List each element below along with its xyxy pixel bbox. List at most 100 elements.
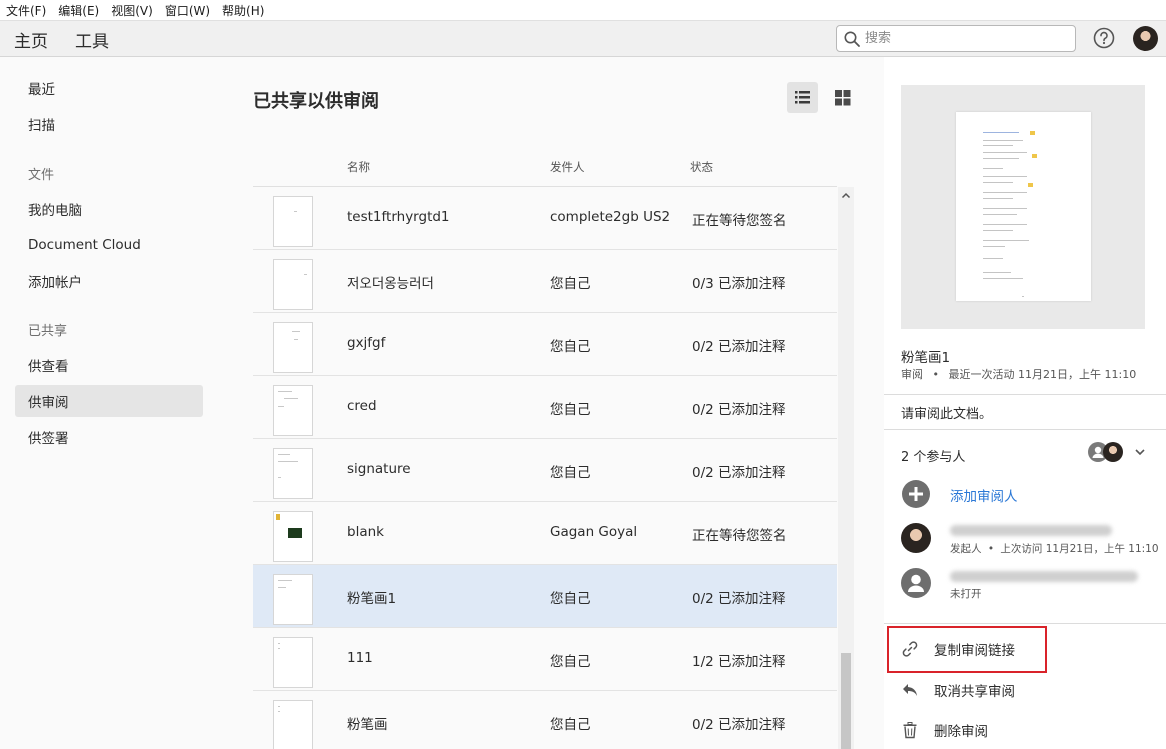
document-preview[interactable] (901, 85, 1145, 329)
last-activity: 最近一次活动 11月21日，上午 11:10 (948, 368, 1137, 381)
menu-edit[interactable]: 编辑(E) (52, 2, 105, 19)
file-sender: 您自己 (550, 717, 591, 733)
sidebar-item-recent[interactable]: 最近 (15, 72, 203, 104)
main-content: 已共享以供审阅 名称 发件人 状态 test1ftrhyrgtd1 comple… (222, 57, 884, 749)
file-thumbnail (273, 448, 313, 499)
scroll-up-arrow-icon[interactable] (841, 191, 851, 201)
menu-help[interactable]: 帮助(H) (216, 2, 270, 19)
document-page-thumbnail (956, 112, 1091, 301)
file-sender: Gagan Goyal (550, 524, 638, 540)
initiator-status: 发起人 • 上次访问 11月21日，上午 11:10 (950, 541, 1159, 556)
menu-file[interactable]: 文件(F) (0, 2, 52, 19)
search-input[interactable] (865, 29, 1065, 48)
file-status: 0/2 已添加注释 (692, 717, 786, 733)
sidebar-item-for-review[interactable]: 供审阅 (15, 385, 203, 417)
file-thumbnail (273, 511, 313, 562)
page-title: 已共享以供审阅 (253, 91, 379, 112)
grid-view-button[interactable] (827, 82, 858, 113)
file-thumbnail (273, 196, 313, 247)
file-thumbnail (273, 637, 313, 688)
grid-view-icon (835, 90, 851, 106)
initiator-avatar (901, 523, 931, 553)
list-view-icon (795, 91, 810, 104)
add-reviewer-icon[interactable] (902, 480, 930, 508)
sidebar-header-shared: 已共享 (28, 324, 68, 339)
file-status: 1/2 已添加注释 (692, 654, 786, 670)
document-meta: 审阅 • 最近一次活动 11月21日，上午 11:10 (901, 366, 1136, 382)
trash-icon (903, 722, 917, 739)
file-thumbnail (273, 574, 313, 625)
file-thumbnail (273, 322, 313, 373)
table-row[interactable]: 111 您自己 1/2 已添加注释 (253, 628, 837, 691)
chevron-down-icon[interactable] (1134, 446, 1146, 458)
reviewer-status: 未打开 (950, 588, 982, 600)
status-separator: • (987, 543, 995, 555)
search-icon (844, 31, 860, 47)
help-icon[interactable] (1093, 27, 1115, 49)
file-name: gxjfgf (347, 335, 386, 351)
tab-home[interactable]: 主页 (14, 27, 48, 60)
initiator-last-visit: 上次访问 11月21日，上午 11:10 (1000, 543, 1159, 555)
reply-arrow-icon (903, 684, 917, 696)
table-row-selected[interactable]: 粉笔画1 您自己 0/2 已添加注释 (253, 565, 837, 628)
table-row[interactable]: blank Gagan Goyal 正在等待您签名 (253, 502, 837, 565)
document-type: 审阅 (901, 368, 923, 381)
table-scrollbar[interactable] (838, 187, 854, 749)
unshare-review-button[interactable]: 取消共享审阅 (901, 678, 1015, 702)
file-name: signature (347, 461, 411, 477)
tab-tools[interactable]: 工具 (75, 27, 109, 52)
person-icon (908, 574, 924, 592)
column-header-status[interactable]: 状态 (690, 159, 713, 175)
initiator-name-redacted (950, 525, 1112, 536)
add-reviewer-link[interactable]: 添加审阅人 (950, 485, 1018, 505)
file-status: 0/2 已添加注释 (692, 591, 786, 607)
file-thumbnail (273, 700, 313, 749)
file-sender: 您自己 (550, 591, 591, 607)
menu-window[interactable]: 窗口(W) (159, 2, 216, 19)
scrollbar-thumb[interactable] (841, 653, 851, 749)
table-row[interactable]: signature 您自己 0/2 已添加注释 (253, 439, 837, 502)
plus-icon (909, 487, 923, 501)
file-name: cred (347, 398, 377, 414)
menu-view[interactable]: 视图(V) (105, 2, 159, 19)
file-status: 正在等待您签名 (692, 213, 787, 229)
table-row[interactable]: 저오더옹능러더 您自己 0/3 已添加注释 (253, 250, 837, 313)
reviewer-avatar (901, 568, 931, 598)
sidebar-item-for-view[interactable]: 供查看 (15, 349, 203, 381)
search-box[interactable] (836, 25, 1076, 52)
sidebar-item-my-computer[interactable]: 我的电脑 (15, 193, 203, 225)
file-sender: 您自己 (550, 402, 591, 418)
file-name: 111 (347, 650, 373, 666)
column-header-name[interactable]: 名称 (347, 159, 370, 175)
file-status: 0/2 已添加注释 (692, 339, 786, 355)
column-header-sender[interactable]: 发件人 (550, 159, 585, 175)
table-row[interactable]: cred 您自己 0/2 已添加注释 (253, 376, 837, 439)
review-message: 请审阅此文档。 (901, 407, 993, 422)
sidebar-item-add-account[interactable]: 添加帐户 (15, 265, 203, 297)
sidebar-item-scan[interactable]: 扫描 (15, 108, 203, 140)
sidebar-header-files: 文件 (28, 168, 55, 183)
unshare-review-label: 取消共享审阅 (934, 684, 1015, 700)
table-row[interactable]: gxjfgf 您自己 0/2 已添加注释 (253, 313, 837, 376)
divider (884, 623, 1166, 624)
document-name: 粉笔画1 (901, 350, 951, 366)
file-name: 粉笔画 (347, 717, 388, 733)
participant-avatar-photo (1103, 442, 1123, 462)
file-sender: 您自己 (550, 654, 591, 670)
delete-review-button[interactable]: 删除审阅 (901, 718, 988, 742)
file-sender: 您自己 (550, 465, 591, 481)
highlight-box (887, 626, 1047, 673)
user-avatar[interactable] (1133, 26, 1158, 51)
file-thumbnail (273, 385, 313, 436)
top-nav: 主页 工具 (0, 20, 1166, 60)
list-view-button[interactable] (787, 82, 818, 113)
file-sender: complete2gb US2 (550, 209, 671, 225)
sidebar-item-for-sign[interactable]: 供签署 (15, 421, 203, 453)
table-row[interactable]: 粉笔画 您自己 0/2 已添加注释 (253, 691, 837, 749)
sidebar-item-document-cloud[interactable]: Document Cloud (15, 229, 203, 261)
divider (884, 429, 1166, 430)
table-row[interactable]: test1ftrhyrgtd1 complete2gb US2 正在等待您签名 (253, 187, 837, 250)
file-status: 0/2 已添加注释 (692, 402, 786, 418)
details-panel: 粉笔画1 审阅 • 最近一次活动 11月21日，上午 11:10 请审阅此文档。… (884, 57, 1166, 749)
file-status: 正在等待您签名 (692, 528, 787, 544)
